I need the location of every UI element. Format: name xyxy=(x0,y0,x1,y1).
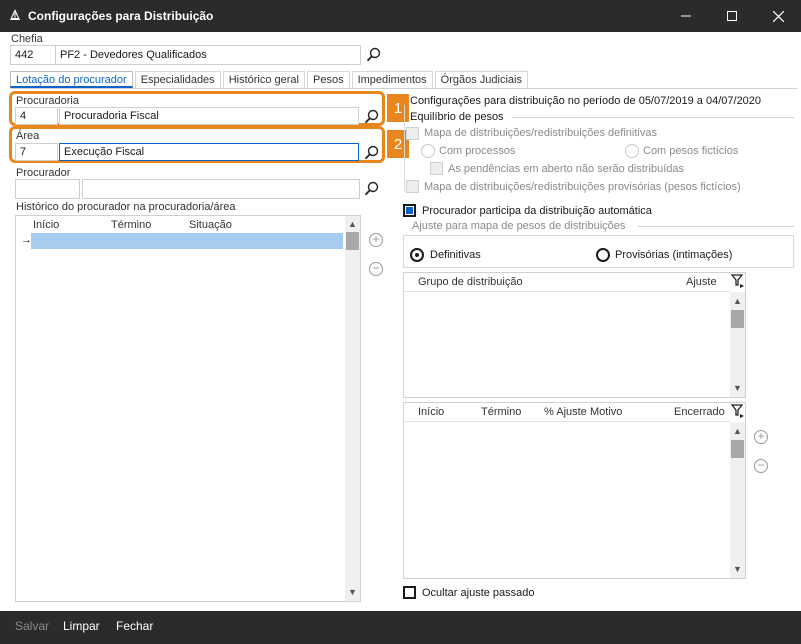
provisorias-radio[interactable] xyxy=(596,248,610,262)
area-search-icon[interactable] xyxy=(364,145,382,163)
pendencias-label: As pendências em aberto não serão distri… xyxy=(448,163,685,175)
ajuste-divider xyxy=(638,226,794,227)
participa-label: Procurador participa da distribuição aut… xyxy=(422,205,652,217)
tab-historico-geral[interactable]: Histórico geral xyxy=(222,71,305,88)
add-icon[interactable]: + xyxy=(369,233,383,247)
ajuste-filter-icon[interactable] xyxy=(730,404,745,421)
historico-col-inicio[interactable]: Início xyxy=(33,219,59,231)
scroll-down-icon[interactable]: ▼ xyxy=(347,587,358,598)
historico-col-termino[interactable]: Término xyxy=(111,219,151,231)
procurador-name-input[interactable] xyxy=(82,179,360,199)
chefia-code-input[interactable]: 442 xyxy=(10,45,56,65)
fechar-button[interactable]: Fechar xyxy=(116,619,153,633)
historico-col-situacao[interactable]: Situação xyxy=(189,219,232,231)
window-title: Configurações para Distribuição xyxy=(28,9,214,23)
ajuste-col-motivo[interactable]: Motivo xyxy=(590,406,622,418)
limpar-button[interactable]: Limpar xyxy=(63,619,100,633)
procurador-code-input[interactable] xyxy=(15,179,80,199)
participa-checkbox[interactable] xyxy=(403,204,416,217)
grupo-header-divider xyxy=(404,291,730,292)
ajuste-label: Ajuste para mapa de pesos de distribuiçõ… xyxy=(412,220,626,232)
app-icon xyxy=(8,9,22,23)
procuradoria-search-icon[interactable] xyxy=(364,109,382,127)
scroll-up-icon[interactable]: ▲ xyxy=(347,219,358,230)
ajuste-col-percent[interactable]: % Ajuste xyxy=(544,406,587,418)
tab-pesos[interactable]: Pesos xyxy=(307,71,350,88)
scroll-up-icon[interactable]: ▲ xyxy=(732,296,743,307)
minimize-button[interactable] xyxy=(663,0,709,32)
area-code-input[interactable]: 7 xyxy=(15,143,58,161)
definitivas-label: Definitivas xyxy=(430,249,481,261)
area-label: Área xyxy=(16,130,40,142)
ocultar-label: Ocultar ajuste passado xyxy=(422,587,535,599)
tab-impedimentos[interactable]: Impedimentos xyxy=(351,71,433,88)
chefia-label: Chefia xyxy=(11,33,43,45)
equilibrio-divider xyxy=(512,117,794,118)
tab-orgaos-judiciais[interactable]: Órgãos Judiciais xyxy=(434,71,528,88)
config-period-label: Configurações para distribuição no perío… xyxy=(410,95,762,107)
chefia-name-input[interactable]: PF2 - Devedores Qualificados xyxy=(55,45,361,65)
group-border-left xyxy=(404,105,405,192)
procuradoria-name-input[interactable]: Procuradoria Fiscal xyxy=(59,107,359,125)
mapa-provisorias-checkbox[interactable] xyxy=(406,180,419,193)
area-name-input[interactable]: Execução Fiscal xyxy=(59,143,359,161)
provisorias-label: Provisórias (intimações) xyxy=(615,249,733,261)
mapa-definitivas-checkbox[interactable] xyxy=(406,127,419,140)
scroll-thumb[interactable] xyxy=(731,310,744,328)
definitivas-radio[interactable] xyxy=(410,248,424,262)
procuradoria-code-input[interactable]: 4 xyxy=(15,107,58,125)
historico-label: Histórico do procurador na procuradoria/… xyxy=(16,201,236,213)
grupo-col-grupo[interactable]: Grupo de distribuição xyxy=(418,276,523,288)
grupo-col-ajuste[interactable]: Ajuste xyxy=(686,276,717,288)
equilibrio-label: Equilíbrio de pesos xyxy=(410,111,504,123)
grupo-scrollbar[interactable]: ▲ ▼ xyxy=(730,292,745,397)
mapa-provisorias-label: Mapa de distribuições/redistribuições pr… xyxy=(424,181,741,193)
scroll-thumb[interactable] xyxy=(731,440,744,458)
scroll-up-icon[interactable]: ▲ xyxy=(732,426,743,437)
ajuste-scrollbar[interactable]: ▲ ▼ xyxy=(730,422,745,578)
ajuste-grid[interactable] xyxy=(403,402,746,579)
scroll-down-icon[interactable]: ▼ xyxy=(732,383,743,394)
ajuste-col-termino[interactable]: Término xyxy=(481,406,521,418)
tab-lotacao[interactable]: Lotação do procurador xyxy=(10,71,133,88)
tab-bar: Lotação do procurador Especialidades His… xyxy=(10,71,530,88)
procurador-label: Procurador xyxy=(16,167,71,179)
badge-1: 1 xyxy=(387,94,409,122)
table-row[interactable] xyxy=(31,233,343,249)
com-pesos-ficticios-radio[interactable] xyxy=(625,144,639,158)
mapa-definitivas-label: Mapa de distribuições/redistribuições de… xyxy=(424,127,657,139)
salvar-button[interactable]: Salvar xyxy=(15,619,49,633)
remove-ajuste-icon[interactable]: − xyxy=(754,459,768,473)
historico-scrollbar[interactable]: ▲ ▼ xyxy=(345,216,360,601)
ajuste-col-encerrado[interactable]: Encerrado xyxy=(674,406,725,418)
ajuste-col-inicio[interactable]: Início xyxy=(418,406,444,418)
chefia-search-icon[interactable] xyxy=(366,47,384,65)
pendencias-checkbox[interactable] xyxy=(430,162,443,175)
tab-divider xyxy=(10,88,797,89)
tab-especialidades[interactable]: Especialidades xyxy=(134,71,221,88)
footer-bar: Salvar Limpar Fechar xyxy=(0,611,801,644)
scroll-down-icon[interactable]: ▼ xyxy=(732,564,743,575)
ocultar-checkbox[interactable] xyxy=(403,586,416,599)
com-processos-label: Com processos xyxy=(439,145,516,157)
historico-grid[interactable] xyxy=(15,215,361,602)
com-processos-radio[interactable] xyxy=(421,144,435,158)
com-pesos-ficticios-label: Com pesos fictícios xyxy=(643,145,739,157)
procurador-search-icon[interactable] xyxy=(364,181,382,199)
maximize-button[interactable] xyxy=(709,0,755,32)
procuradoria-label: Procuradoria xyxy=(16,95,79,107)
add-ajuste-icon[interactable]: + xyxy=(754,430,768,444)
close-button[interactable] xyxy=(755,0,801,32)
grupo-filter-icon[interactable] xyxy=(730,274,745,291)
ajuste-header-divider xyxy=(404,421,730,422)
scroll-thumb[interactable] xyxy=(346,232,359,250)
remove-icon[interactable]: − xyxy=(369,262,383,276)
